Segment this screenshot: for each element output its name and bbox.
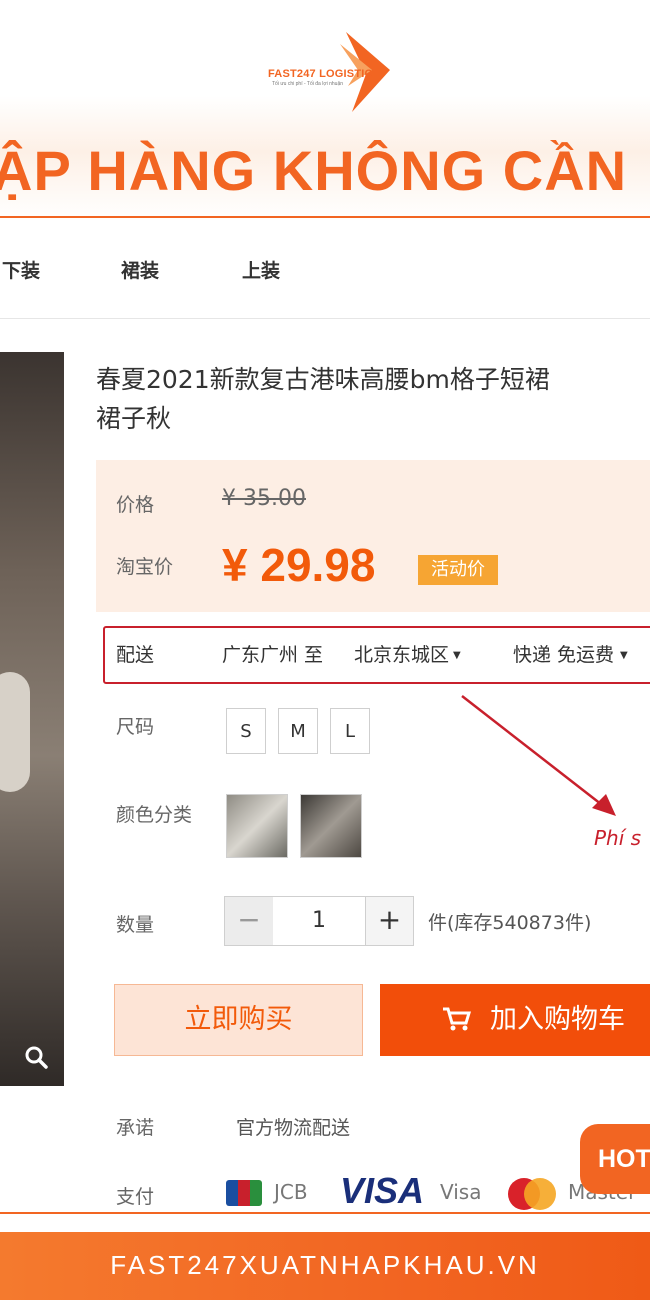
nav-item-tops[interactable]: 上装 (242, 256, 280, 283)
shipping-method: 快递 免运费 (513, 644, 615, 666)
buy-now-button[interactable]: 立即购买 (114, 984, 363, 1056)
caret-down-icon: ▼ (620, 650, 628, 661)
current-price: ¥ 29.98 (222, 539, 376, 591)
logo-brand-name: FAST247 LOGISTIC (268, 68, 373, 80)
zoom-icon[interactable] (22, 1044, 50, 1072)
stock-info: 件(库存540873件) (428, 912, 592, 934)
color-swatch-2[interactable] (300, 794, 362, 858)
price-label: 价格 (116, 494, 155, 516)
payment-visa: Visa (440, 1180, 482, 1204)
shipping-destination: 北京东城区 (354, 644, 450, 666)
hotline-button[interactable]: HOT (580, 1124, 650, 1194)
annotation-note: Phí s (594, 826, 642, 850)
promise-label: 承诺 (116, 1117, 155, 1139)
payment-label: 支付 (116, 1186, 155, 1208)
size-label: 尺码 (116, 716, 155, 738)
promo-badge: 活动价 (418, 555, 498, 585)
header-divider (0, 216, 650, 218)
promise-value: 官方物流配送 (236, 1117, 351, 1139)
size-option-m[interactable]: M (278, 708, 318, 754)
original-price: ¥ 35.00 (222, 486, 306, 511)
banner-headline: ẬP HÀNG KHÔNG CẦN (0, 139, 628, 202)
shipping-method-select[interactable]: 快递 免运费 ▼ (513, 640, 628, 667)
add-to-cart-label: 加入购物车 (490, 1004, 625, 1035)
footer-divider (0, 1212, 650, 1214)
size-option-l[interactable]: L (330, 708, 370, 754)
payment-jcb: JCB (274, 1180, 308, 1204)
annotation-arrow-icon (461, 695, 616, 816)
nav-item-bottoms[interactable]: 下装 (2, 256, 40, 283)
size-option-s[interactable]: S (226, 708, 266, 754)
quantity-label: 数量 (116, 914, 155, 936)
shipping-destination-select[interactable]: 北京东城区 ▼ (354, 640, 461, 667)
mastercard-logo-icon (508, 1178, 556, 1210)
product-title-line2: 裙子秋 (96, 404, 172, 433)
quantity-input[interactable]: 1 (274, 897, 364, 945)
color-label: 颜色分类 (116, 804, 193, 826)
quantity-increase-button[interactable]: + (365, 897, 413, 945)
nav-divider (0, 318, 650, 319)
nav-item-skirts[interactable]: 裙装 (121, 256, 159, 283)
footer-website-link[interactable]: FAST247XUATNHAPKHAU.VN (0, 1250, 650, 1281)
logo-tagline: Tối ưu chi phí - Tối đa lợi nhuận (272, 81, 344, 87)
product-title-line1: 春夏2021新款复古港味高腰bm格子短裙 (96, 365, 550, 394)
color-swatch-1[interactable] (226, 794, 288, 858)
taobao-price-label: 淘宝价 (116, 556, 174, 578)
cart-icon (442, 984, 472, 1056)
product-main-image[interactable] (0, 352, 64, 1086)
caret-down-icon: ▼ (453, 650, 461, 661)
shipping-origin: 广东广州 至 (222, 644, 324, 666)
quantity-decrease-button[interactable]: − (225, 897, 273, 945)
add-to-cart-button[interactable]: 加入购物车 (380, 984, 650, 1056)
shipping-label: 配送 (116, 644, 155, 666)
jcb-logo-icon (226, 1180, 262, 1206)
visa-logo: VISA (340, 1170, 425, 1211)
